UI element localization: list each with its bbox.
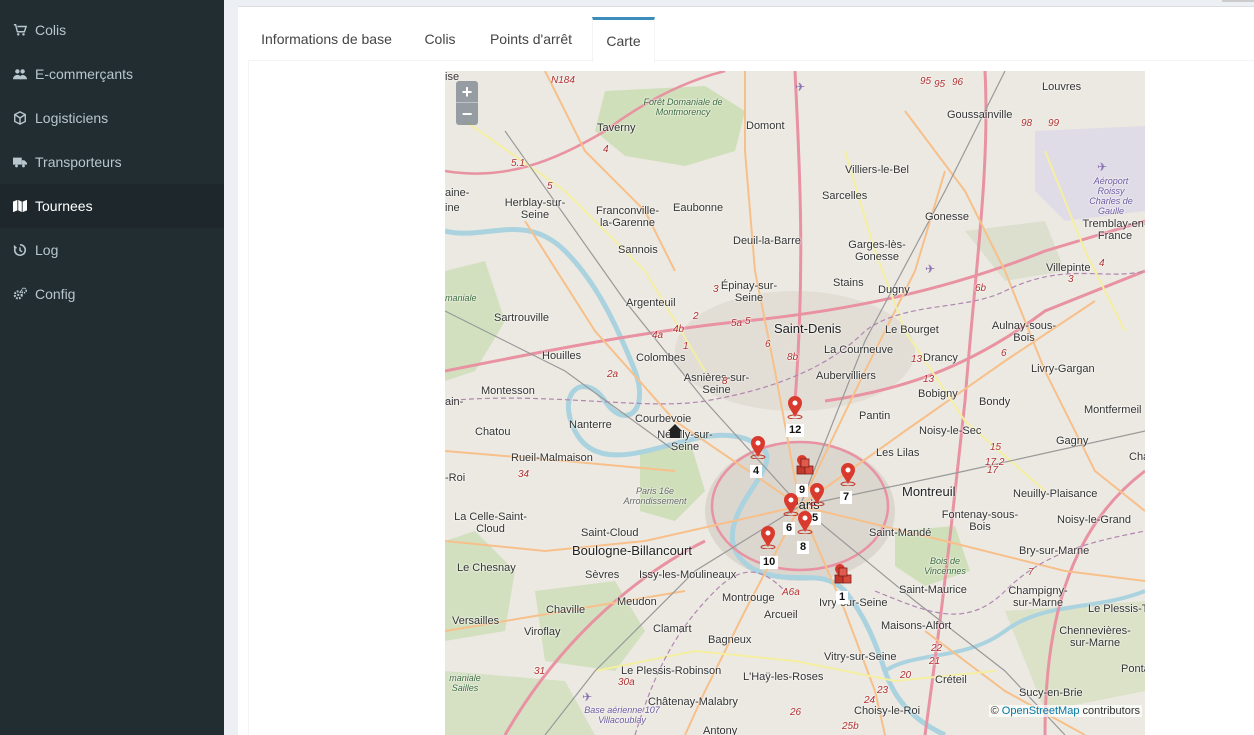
sidebar-item-label: Colis [35, 22, 67, 38]
svg-text:✈: ✈ [795, 80, 805, 94]
stop-marker-label[interactable]: 1 [836, 591, 849, 604]
stop-marker-label[interactable]: 8 [797, 541, 810, 554]
cart-icon [12, 22, 28, 38]
map-icon [12, 198, 28, 214]
stop-marker-pin[interactable] [809, 482, 825, 506]
top-divider [1222, 0, 1254, 2]
cogs-icon [12, 286, 28, 302]
stop-marker-label[interactable]: 10 [760, 556, 779, 569]
sidebar: Colis E-commerçants Logisticiens Transpo… [0, 0, 224, 735]
sidebar-item-transporteurs[interactable]: Transporteurs [0, 140, 224, 184]
stop-marker-pin[interactable] [760, 525, 776, 549]
stop-marker-pin[interactable] [797, 510, 813, 534]
users-icon [12, 66, 28, 82]
parcels-icon [834, 564, 852, 584]
zoom-control: + − [456, 81, 478, 125]
parcels-icon [796, 455, 814, 475]
map-pin-icon [760, 526, 776, 549]
map-pin-icon [840, 463, 856, 486]
sidebar-item-label: Tournees [35, 198, 93, 214]
home-icon [668, 424, 682, 438]
tab-points-d-arret[interactable]: Points d'arrêt [475, 17, 587, 61]
sidebar-item-log[interactable]: Log [0, 228, 224, 272]
stop-marker-pin[interactable] [840, 462, 856, 486]
attribution-link[interactable]: OpenStreetMap [1002, 705, 1080, 717]
sidebar-item-logisticiens[interactable]: Logisticiens [0, 96, 224, 140]
sidebar-item-label: Logisticiens [35, 110, 109, 126]
sidebar-item-label: Config [35, 286, 76, 302]
sidebar-item-config[interactable]: Config [0, 272, 224, 316]
stop-marker-label[interactable]: 4 [750, 465, 763, 478]
sidebar-item-tournees[interactable]: Tournees [0, 184, 224, 228]
tab-bar: Informations de base Colis Points d'arrê… [248, 17, 1254, 62]
zoom-in-button[interactable]: + [456, 81, 478, 103]
stop-marker-label[interactable]: 7 [840, 491, 853, 504]
stop-marker-pin[interactable] [750, 435, 766, 459]
map-pin-icon [750, 436, 766, 459]
svg-text:✈: ✈ [1097, 160, 1107, 174]
parcel-marker[interactable] [833, 563, 855, 589]
svg-text:✈: ✈ [582, 690, 592, 704]
history-icon [12, 242, 28, 258]
sidebar-item-colis[interactable]: Colis [0, 8, 224, 52]
attribution-prefix: © [990, 705, 999, 717]
stop-marker-pin[interactable] [787, 395, 803, 419]
map-view[interactable]: ✈ ✈ ✈ ✈ Saint-Denis Paris Boulogne-Billa… [445, 71, 1145, 735]
zoom-out-button[interactable]: − [456, 103, 478, 125]
sidebar-item-label: Transporteurs [35, 154, 122, 170]
sidebar-item-label: Log [35, 242, 59, 258]
panel-border [248, 61, 249, 735]
map-attribution: © OpenStreetMap contributors [988, 705, 1142, 717]
parcel-marker[interactable] [795, 454, 817, 480]
map-pin-icon [787, 396, 803, 419]
sidebar-item-label: E-commerçants [35, 66, 134, 82]
home-marker[interactable] [667, 423, 683, 439]
attribution-suffix: contributors [1082, 705, 1140, 717]
tab-informations-de-base[interactable]: Informations de base [248, 17, 405, 61]
stop-marker-label[interactable]: 6 [783, 522, 796, 535]
map-pin-icon [809, 483, 825, 506]
tab-carte[interactable]: Carte [592, 17, 655, 62]
svg-text:✈: ✈ [925, 262, 935, 276]
sidebar-item-e-commercants[interactable]: E-commerçants [0, 52, 224, 96]
tab-colis[interactable]: Colis [405, 17, 475, 61]
cube-icon [12, 110, 28, 126]
truck-icon [12, 154, 28, 170]
stop-marker-label[interactable]: 12 [786, 424, 805, 437]
map-pin-icon [797, 511, 813, 534]
